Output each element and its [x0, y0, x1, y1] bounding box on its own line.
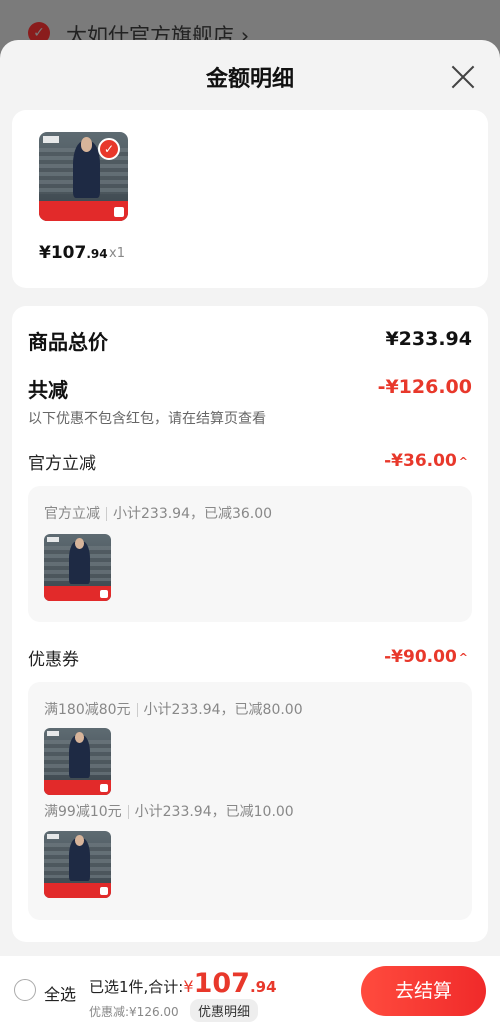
select-all-label[interactable]: 全选	[44, 981, 76, 1005]
close-icon[interactable]	[448, 62, 478, 92]
select-all-radio[interactable]	[14, 979, 36, 1001]
total-discount-value: -¥126.00	[377, 376, 472, 398]
coupon-box: 满180减80元 小计233.94，已减80.00 满99减10元 小计233.94…	[28, 682, 472, 920]
product-card: ✓ ¥107.94 x1	[12, 110, 488, 288]
official-discount-toggle[interactable]: -¥36.00 ^	[384, 451, 468, 471]
product-thumbnail	[44, 728, 111, 795]
coupon-item-line: 满99减10元 小计233.94，已减10.00	[44, 804, 294, 820]
selected-check-icon[interactable]: ✓	[98, 138, 120, 160]
product-quantity: x1	[109, 246, 125, 261]
chevron-up-icon: ^	[458, 454, 468, 468]
discount-note: 以下优惠不包含红包，请在结算页查看	[28, 411, 266, 427]
discount-detail-button[interactable]: 优惠明细	[190, 999, 259, 1022]
official-discount-box: 官方立减 小计233.94，已减36.00	[28, 486, 472, 622]
checkout-button[interactable]: 去结算	[361, 966, 486, 1016]
total-discount-label: 共减	[28, 378, 68, 402]
coupon-label: 优惠券	[28, 650, 79, 670]
official-box-line: 官方立减 小计233.94，已减36.00	[44, 506, 273, 522]
total-price-value: ¥233.94	[385, 328, 472, 350]
checkout-bar: 全选 已选1件,合计:¥107.94 优惠减:¥126.00 优惠明细 去结算	[0, 956, 500, 1026]
product-thumbnail	[44, 831, 111, 898]
amount-detail-sheet: 金额明细 ✓ ¥107.94 x1 商品总价 ¥233.94 共减 -¥126.…	[0, 40, 500, 1026]
discount-summary: 优惠减:¥126.00	[89, 1005, 179, 1019]
coupon-toggle[interactable]: -¥90.00 ^	[384, 647, 468, 667]
price-detail-card: 商品总价 ¥233.94 共减 -¥126.00 以下优惠不包含红包，请在结算页…	[12, 306, 488, 942]
chevron-up-icon: ^	[458, 650, 468, 664]
product-thumbnail	[44, 534, 111, 601]
sheet-title: 金额明细	[205, 67, 294, 92]
product-price: ¥107.94	[39, 243, 108, 263]
coupon-item-line: 满180减80元 小计233.94，已减80.00	[44, 702, 303, 718]
official-discount-label: 官方立减	[28, 454, 96, 474]
total-price-label: 商品总价	[28, 330, 108, 354]
total-summary: 已选1件,合计:¥107.94	[89, 968, 277, 999]
